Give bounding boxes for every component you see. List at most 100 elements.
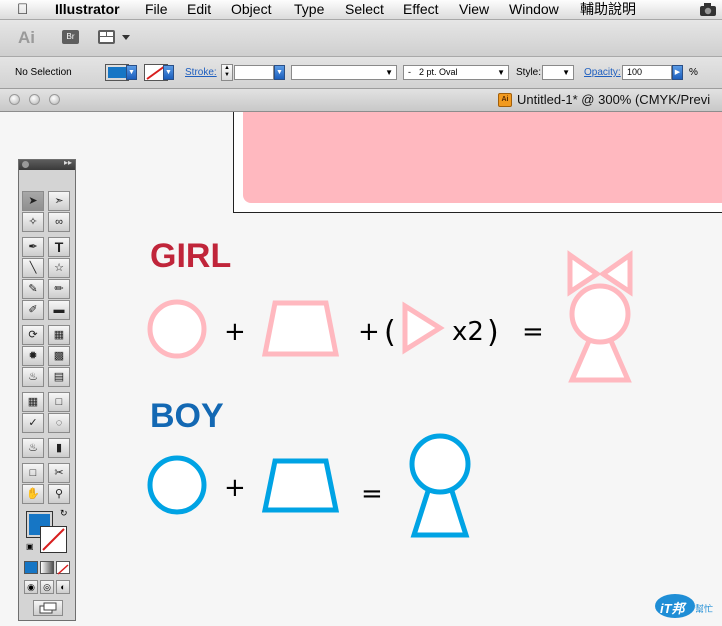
close-window-button[interactable]	[9, 94, 20, 105]
plus-sign-1: +	[224, 317, 246, 347]
stroke-weight-field[interactable]	[234, 65, 274, 80]
tools-panel-titlebar[interactable]: ▸▸	[19, 158, 75, 170]
live-paint-bucket-tool[interactable]: ♨	[22, 438, 44, 458]
menu-help[interactable]: 輔助說明	[580, 0, 636, 19]
screen-mode-button[interactable]	[33, 600, 63, 616]
draw-inside-button[interactable]: ◐	[56, 580, 70, 594]
stroke-weight-dropdown[interactable]: ▼	[274, 65, 285, 80]
canvas[interactable]: GIRL + + ( x2 ) = BOY + =	[0, 112, 722, 626]
document-title[interactable]: Untitled-1* @ 300% (CMYK/Previ	[517, 92, 710, 107]
collapse-icon[interactable]: ▸▸	[64, 158, 72, 167]
eraser-tool[interactable]: ▬	[48, 300, 70, 320]
tools-close-icon[interactable]	[22, 161, 29, 168]
magic-wand-tool[interactable]: ✧	[22, 212, 44, 232]
swap-fill-stroke-icon[interactable]: ↻	[60, 508, 68, 519]
graph-tool[interactable]: ▮	[48, 438, 70, 458]
draw-normal-button[interactable]: ◉	[24, 580, 38, 594]
boy-label[interactable]: BOY	[150, 397, 224, 435]
none-mode-button[interactable]	[56, 561, 70, 575]
hand-icon: ✋	[26, 488, 40, 500]
zoom-window-button[interactable]	[49, 94, 60, 105]
lasso-tool[interactable]: ∞	[48, 212, 70, 232]
scale-tool[interactable]: ▦	[48, 325, 70, 345]
eyedropper-tool[interactable]: ✓	[22, 413, 44, 433]
brush-dash: -	[408, 67, 411, 77]
artboard-tool[interactable]: □	[22, 463, 44, 483]
apple-icon[interactable]: 	[17, 0, 28, 19]
symbol-sprayer-tool[interactable]: ♨	[22, 367, 44, 387]
star-tool[interactable]: ☆	[48, 258, 70, 278]
variable-width-profile-field[interactable]: ▼	[291, 65, 397, 80]
stroke-weight-stepper[interactable]: ▲ ▼	[221, 64, 233, 81]
brush-definition-field[interactable]: -2 pt. Oval ▼	[403, 65, 509, 80]
menu-object[interactable]: Object	[231, 0, 271, 19]
minimize-window-button[interactable]	[29, 94, 40, 105]
lasso-icon: ∞	[55, 216, 63, 228]
boy-trapezoid[interactable]	[261, 458, 340, 513]
draw-inside-icon: ◐	[60, 582, 66, 592]
warp-tool[interactable]: ✹	[22, 346, 44, 366]
gradient-tool[interactable]: □	[48, 392, 70, 412]
plus-sign-3: +	[224, 473, 246, 503]
menu-window[interactable]: Window	[509, 0, 559, 19]
control-panel: No Selection ▼ ▼ Stroke: ▲ ▼ ▼ ▼ -2 pt. O…	[0, 57, 722, 89]
direct-selection-tool[interactable]: ➣	[48, 191, 70, 211]
girl-head[interactable]	[569, 283, 631, 345]
equals-sign-2: =	[361, 479, 383, 509]
free-transform-tool[interactable]: ▩	[48, 346, 70, 366]
arrange-documents-button[interactable]	[98, 30, 132, 45]
opacity-field[interactable]: 100	[622, 65, 672, 80]
girl-trapezoid[interactable]	[261, 300, 340, 357]
type-tool[interactable]: T	[48, 237, 70, 257]
opacity-label-link[interactable]: Opacity:	[584, 67, 621, 78]
stroke-color-box[interactable]	[40, 526, 67, 553]
blend-tool[interactable]: ◌	[48, 413, 70, 433]
boy-circle[interactable]	[147, 455, 207, 515]
application-bar: Ai Br	[0, 20, 722, 57]
gradient-mode-button[interactable]	[40, 561, 54, 574]
boy-head[interactable]	[409, 433, 471, 495]
boy-body[interactable]	[410, 485, 470, 538]
girl-circle[interactable]	[147, 299, 207, 359]
opacity-slider-button[interactable]: ▶	[672, 65, 683, 80]
mesh-tool[interactable]: ▦	[22, 392, 44, 412]
menu-effect[interactable]: Effect	[403, 0, 439, 19]
menu-edit[interactable]: Edit	[187, 0, 211, 19]
bridge-button[interactable]: Br	[62, 30, 79, 44]
pencil-tool[interactable]: ✏	[48, 279, 70, 299]
stroke-dropdown-button[interactable]: ▼	[163, 65, 174, 80]
hand-tool[interactable]: ✋	[22, 484, 44, 504]
fill-dropdown-button[interactable]: ▼	[126, 65, 137, 80]
graphic-style-field[interactable]: ▼	[542, 65, 574, 80]
draw-behind-button[interactable]: ◎	[40, 580, 54, 594]
default-fill-stroke-icon[interactable]: ▣	[26, 542, 34, 551]
menu-app-name[interactable]: Illustrator	[55, 0, 120, 19]
zoom-tool[interactable]: ⚲	[48, 484, 70, 504]
pen-tool[interactable]: ✒	[22, 237, 44, 257]
menu-file[interactable]: File	[145, 0, 168, 19]
menu-bar:  Illustrator File Edit Object Type Sele…	[0, 0, 722, 20]
rotate-tool[interactable]: ⟳	[22, 325, 44, 345]
mesh-icon: ▦	[27, 396, 39, 408]
free-transform-icon: ▩	[53, 350, 65, 362]
color-mode-button[interactable]	[24, 561, 38, 574]
camera-icon[interactable]	[699, 2, 717, 17]
slice-icon: ✂	[54, 467, 64, 479]
column-graph-tool[interactable]: ▤	[48, 367, 70, 387]
stroke-label-link[interactable]: Stroke:	[185, 67, 217, 78]
line-tool[interactable]: ╲	[22, 258, 44, 278]
slice-tool[interactable]: ✂	[48, 463, 70, 483]
girl-bow-triangle[interactable]	[402, 301, 445, 355]
menu-type[interactable]: Type	[294, 0, 324, 19]
girl-label[interactable]: GIRL	[150, 237, 231, 275]
blob-brush-tool[interactable]: ✐	[22, 300, 44, 320]
times-two: x2	[452, 317, 484, 347]
selection-tool[interactable]: ➤	[22, 191, 44, 211]
paintbrush-tool[interactable]: ✎	[22, 279, 44, 299]
pen-icon: ✒	[28, 241, 38, 253]
paren-open: (	[384, 315, 396, 350]
arrow-icon: ➤	[28, 195, 38, 207]
menu-select[interactable]: Select	[345, 0, 384, 19]
chevron-down-icon: ▼	[497, 68, 505, 77]
menu-view[interactable]: View	[459, 0, 489, 19]
